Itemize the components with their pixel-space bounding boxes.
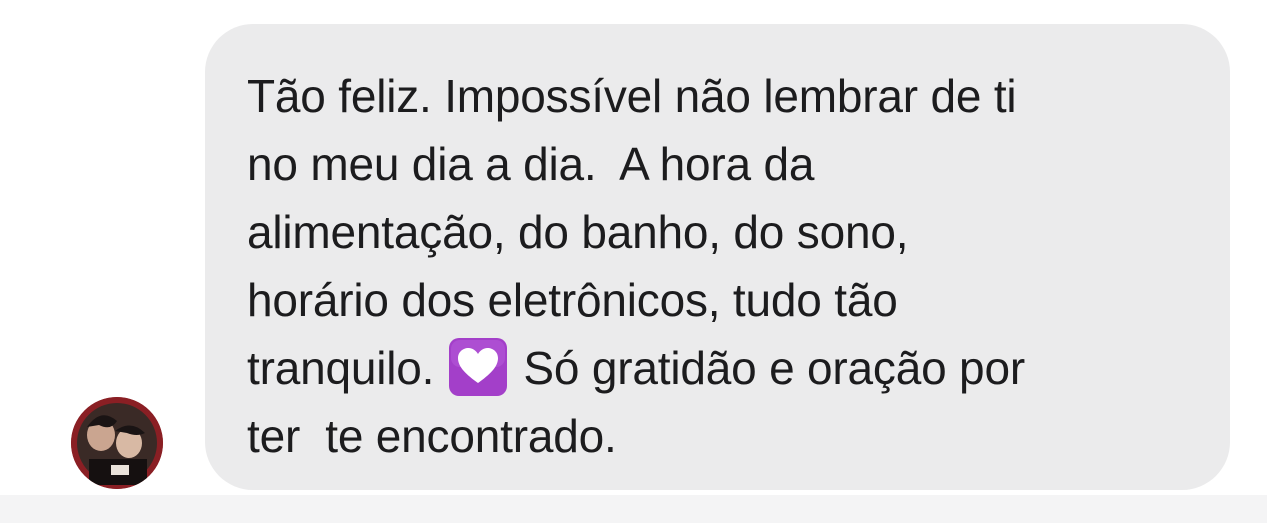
- message-line: Tão feliz. Impossível não lembrar de ti: [247, 70, 1017, 122]
- message-text: tranquilo.: [247, 342, 447, 394]
- message-line: no meu dia a dia. A hora da: [247, 138, 815, 190]
- message-line: horário dos eletrônicos, tudo tão: [247, 274, 898, 326]
- message-text: Só gratidão e oração por: [510, 342, 1025, 394]
- message-line: ter te encontrado.: [247, 410, 617, 462]
- message-bubble[interactable]: Tão feliz. Impossível não lembrar de ti …: [205, 24, 1230, 490]
- message-line: alimentação, do banho, do sono,: [247, 206, 909, 258]
- message-line: tranquilo. Só gratidão e oração por: [247, 334, 1190, 402]
- composer-divider: [0, 495, 1267, 523]
- avatar-photo: [71, 397, 163, 489]
- message-thread: Tão feliz. Impossível não lembrar de ti …: [0, 0, 1267, 523]
- purple-heart-icon: [448, 338, 507, 396]
- sender-avatar[interactable]: [71, 397, 163, 489]
